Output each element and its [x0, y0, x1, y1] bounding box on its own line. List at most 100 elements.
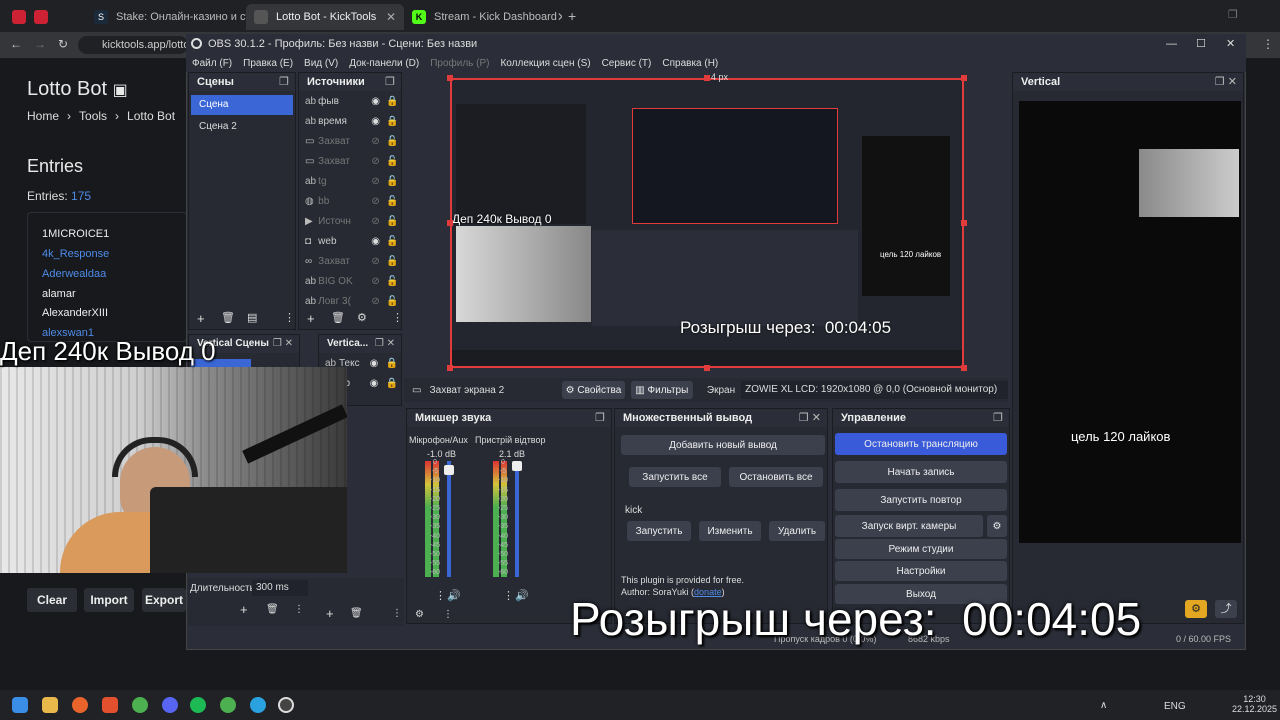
file-explorer-icon[interactable]	[42, 697, 58, 713]
eye-off-icon[interactable]: ⊘	[367, 276, 384, 287]
tab-kick-dashboard[interactable]: K Stream - Kick Dashboard ✕	[404, 4, 562, 30]
add-output-button[interactable]: Добавить новый вывод	[621, 435, 825, 455]
brave-icon[interactable]	[102, 697, 118, 713]
source-row[interactable]: ▭ Захват ⊘ 🔓	[299, 151, 401, 171]
resize-handle[interactable]	[961, 220, 967, 226]
new-tab-icon[interactable]: +	[568, 8, 576, 24]
breadcrumb-tools[interactable]: Tools	[79, 109, 107, 123]
maximize-icon[interactable]: ☐	[1196, 34, 1206, 54]
menu-edit[interactable]: Правка (E)	[243, 58, 293, 69]
more-icon[interactable]: ⋮	[392, 608, 402, 619]
tab-lotto-bot[interactable]: Lotto Bot - KickTools ✕	[246, 4, 404, 30]
add-icon[interactable]: +	[326, 606, 334, 621]
stop-stream-button[interactable]: Остановить трансляцию	[835, 433, 1007, 455]
edit-output-button[interactable]: Изменить	[699, 521, 761, 541]
lock-icon[interactable]: 🔒	[383, 358, 401, 369]
resize-handle[interactable]	[447, 75, 453, 81]
forward-icon[interactable]: →	[34, 37, 46, 51]
eye-off-icon[interactable]: ⊘	[367, 176, 384, 187]
undock-icon[interactable]: ❐ ✕	[273, 335, 293, 353]
more-icon[interactable]: ⋮	[503, 589, 514, 602]
start-output-button[interactable]: Запустить	[627, 521, 691, 541]
discord-icon[interactable]	[162, 697, 178, 713]
export-button[interactable]: Export	[142, 588, 186, 612]
share-icon[interactable]: ⤴	[1215, 600, 1237, 618]
unlock-icon[interactable]: 🔓	[384, 276, 401, 287]
list-item[interactable]: Aderwealdaa	[42, 268, 106, 280]
source-row[interactable]: ▶ Источн ⊘ 🔓	[299, 211, 401, 231]
filter-icon[interactable]: ▤	[247, 311, 257, 324]
menu-scene-collection[interactable]: Коллекция сцен (S)	[500, 58, 590, 69]
url-field[interactable]: kicktools.app/lottob	[78, 36, 188, 54]
properties-button[interactable]: ⚙ Свойства	[562, 381, 625, 399]
undock-icon[interactable]: ❐	[279, 73, 289, 91]
filters-button[interactable]: ▥ Фильтры	[630, 381, 693, 399]
trash-icon[interactable]: 🗑	[331, 311, 345, 324]
source-row[interactable]: ab время ◉ 🔒	[299, 111, 401, 131]
eye-off-icon[interactable]: ⊘	[367, 136, 384, 147]
trash-icon[interactable]: 🗑	[350, 608, 363, 619]
menu-view[interactable]: Вид (V)	[304, 58, 338, 69]
delete-output-button[interactable]: Удалить	[769, 521, 825, 541]
lock-icon[interactable]: 🔒	[384, 116, 401, 127]
unlock-icon[interactable]: 🔓	[384, 196, 401, 207]
source-row[interactable]: ab Ловг 3(⊘ 🔓	[299, 291, 401, 311]
more-icon[interactable]: ⋮	[443, 609, 453, 620]
start-all-button[interactable]: Запустить все	[629, 467, 721, 487]
restore-icon[interactable]: ❐	[1228, 8, 1238, 21]
chrome-icon[interactable]	[220, 697, 236, 713]
add-scene-icon[interactable]: +	[197, 311, 205, 326]
gear-icon[interactable]: ⚙	[1185, 600, 1207, 618]
undock-icon[interactable]: ❐ ✕	[375, 335, 395, 353]
undock-icon[interactable]: ❐	[385, 73, 395, 91]
source-row[interactable]: ▭ Захват ⊘ 🔓	[299, 131, 401, 151]
source-row[interactable]: ab фыв ◉ 🔒	[299, 91, 401, 111]
resize-handle[interactable]	[961, 365, 967, 371]
undock-icon[interactable]: ❐	[595, 409, 605, 427]
resize-handle[interactable]	[447, 220, 453, 226]
resize-handle[interactable]	[704, 365, 710, 371]
start-replay-button[interactable]: Запустить повтор	[835, 489, 1007, 511]
source-row[interactable]: ◍ bb ⊘ 🔓	[299, 191, 401, 211]
resize-handle[interactable]	[704, 75, 710, 81]
studio-mode-button[interactable]: Режим студии	[835, 539, 1007, 559]
import-button[interactable]: Import	[84, 588, 134, 612]
tab-stake[interactable]: S Stake: Онлайн-казино и ст ✕	[86, 4, 246, 30]
volume-slider[interactable]	[447, 461, 451, 577]
unlock-icon[interactable]: 🔓	[384, 256, 401, 267]
menu-tools[interactable]: Сервис (T)	[602, 58, 652, 69]
trash-icon[interactable]: 🗑	[266, 604, 279, 615]
menu-help[interactable]: Справка (H)	[662, 58, 718, 69]
breadcrumb-home[interactable]: Home	[27, 109, 59, 123]
undock-icon[interactable]: ❐ ✕	[1215, 73, 1237, 91]
close-icon[interactable]: ✕	[386, 10, 396, 24]
more-icon[interactable]: ⋮	[435, 589, 446, 602]
unlock-icon[interactable]: 🔓	[384, 176, 401, 187]
eye-icon[interactable]: ◉	[367, 96, 384, 107]
close-icon[interactable]: ✕	[1226, 34, 1235, 54]
eye-off-icon[interactable]: ⊘	[367, 156, 384, 167]
resize-handle[interactable]	[961, 75, 967, 81]
menu-docks[interactable]: Док-панели (D)	[349, 58, 419, 69]
scene-item[interactable]: Сцена 2	[191, 117, 293, 137]
add-source-icon[interactable]: +	[307, 311, 315, 326]
eye-icon[interactable]: ◉	[367, 236, 384, 247]
firefox-icon[interactable]	[72, 697, 88, 713]
source-row[interactable]: ab BIG OK ⊘ 🔓	[299, 271, 401, 291]
spotify-icon[interactable]	[190, 697, 206, 713]
more-icon[interactable]: ⋮	[392, 311, 401, 324]
volume-slider[interactable]	[515, 461, 519, 577]
add-transition-icon[interactable]: +	[240, 602, 248, 617]
reload-icon[interactable]: ↻	[58, 37, 68, 51]
clock[interactable]: 12:30 22.12.2025	[1232, 694, 1277, 714]
eye-off-icon[interactable]: ⊘	[367, 196, 384, 207]
obs-preview[interactable]: цель 120 лайков Деп 240к Вывод 0 Розыгры…	[450, 78, 964, 368]
unlock-icon[interactable]: 🔓	[384, 136, 401, 147]
eye-icon[interactable]: ◉	[365, 358, 383, 369]
back-icon[interactable]: ←	[10, 37, 22, 51]
gear-icon[interactable]: ⚙	[987, 515, 1007, 537]
language-indicator[interactable]: ENG	[1164, 701, 1186, 712]
speaker-icon[interactable]: 🔊	[515, 589, 529, 602]
menu-file[interactable]: Файл (F)	[192, 58, 232, 69]
menu-profile[interactable]: Профиль (P)	[430, 58, 489, 69]
